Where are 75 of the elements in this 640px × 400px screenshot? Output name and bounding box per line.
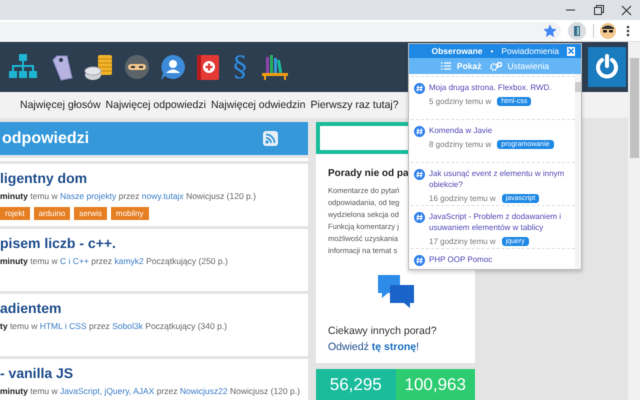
question-title[interactable]: adientem [0, 300, 306, 316]
star-icon[interactable] [544, 24, 556, 36]
popup-tab[interactable]: Obserowane [432, 46, 483, 56]
hash-badge-icon [414, 83, 425, 94]
nav-link[interactable]: Najwięcej odwiedzin [210, 99, 306, 111]
tag[interactable]: serwis [74, 207, 107, 220]
menu-icon[interactable] [626, 24, 630, 36]
meta-link[interactable]: Nasze projekty [60, 191, 116, 201]
meta-link[interactable]: kamyk2 [114, 256, 144, 266]
list-icon [440, 62, 451, 70]
close-icon [620, 4, 632, 16]
question-meta: ty temu w HTML i CSS przez Sobol3k Początkujący (340 p.) [0, 321, 228, 332]
notification-title: PHP OOP Pomoc [429, 254, 492, 265]
meta-link[interactable]: JavaScript, jQuery, AJAX [60, 386, 154, 396]
maximize-icon [592, 4, 604, 16]
question-title[interactable]: pisem liczb - c++. [0, 235, 306, 251]
scrollbar-thumb[interactable] [575, 82, 581, 92]
rss-icon[interactable] [263, 131, 278, 146]
card-text: Ciekawy innych porad? [328, 324, 437, 339]
section-sign-icon[interactable]: § [230, 53, 250, 81]
power-button[interactable] [588, 47, 626, 87]
extension-icon [573, 24, 581, 36]
notification-title: JavaScript - Problem z dodawaniem i usuwaniem elementów w tablicy [429, 211, 562, 233]
avatar-icon[interactable] [600, 22, 616, 38]
settings-icon [490, 62, 502, 70]
question-meta: minuty temu w C i C++ przez kamyk2 Początkujący (250 p.) [0, 256, 228, 267]
hash-badge-icon [414, 212, 425, 223]
question-meta: minuty temu w JavaScript, jQuery, AJAX przez Nowicjusz22 Nowicjusz (120 p.) [0, 386, 300, 397]
ninja-icon[interactable] [124, 53, 150, 81]
notification-title: Komenda w Javie [429, 125, 492, 136]
popup-tab[interactable]: Powiadomienia [501, 46, 559, 56]
settings-button[interactable]: Ustawienia [490, 61, 550, 71]
notification-title: Moja druga strona. Flexbox. RWD. [429, 82, 552, 93]
person-icon[interactable] [160, 53, 186, 81]
meta-link[interactable]: HTML i CSS [40, 321, 87, 331]
notification-time: 16 godziny temu w [429, 194, 496, 203]
power-icon [594, 54, 620, 80]
meta-link[interactable]: Nowicjusz22 [180, 386, 228, 396]
hash-badge-icon [414, 169, 425, 180]
tag[interactable]: arduino [34, 207, 70, 220]
coins-icon[interactable] [84, 53, 114, 81]
nav-link[interactable]: Najwięcej głosów [20, 99, 101, 111]
meta-link[interactable]: C i C++ [60, 256, 89, 266]
hash-badge-icon [414, 126, 425, 137]
card-title: Porady nie od pa [328, 168, 409, 179]
scrollbar[interactable] [575, 74, 581, 269]
tag[interactable]: rojekt [0, 207, 30, 220]
tag[interactable]: mobilny [110, 207, 148, 220]
first-aid-icon[interactable] [196, 53, 220, 81]
section-title: odpowiedzi [2, 130, 90, 148]
scrollbar[interactable] [628, 42, 640, 400]
notification-time: 8 godziny temu w [429, 140, 492, 149]
question-meta: minuty temu w Nasze projekty przez nowy.tutajx Nowicjusz (120 p.) [0, 191, 256, 202]
stat-counter: 100,963 [396, 369, 475, 400]
stat-counter: 56,295 [316, 369, 396, 400]
nav-link[interactable]: Pierwszy raz tutaj? [310, 99, 399, 111]
meta-link[interactable]: nowy.tutajx [142, 191, 184, 201]
notification-time: 17 godziny temu w [429, 237, 496, 246]
meta-link[interactable]: Sobol3k [112, 321, 143, 331]
sitemap-icon[interactable] [8, 53, 38, 81]
close-icon [567, 47, 575, 55]
question-title[interactable]: - vanilla JS [0, 365, 306, 381]
hash-badge-icon [414, 255, 425, 266]
close-button[interactable] [567, 46, 575, 56]
books-icon[interactable] [260, 53, 290, 81]
separator-dot: • [490, 46, 494, 56]
question-title[interactable]: ligentny dom [0, 170, 306, 186]
scrollbar-thumb[interactable] [630, 58, 638, 158]
notification-time: 5 godziny temu w [429, 97, 492, 106]
list-button[interactable]: Pokaż [440, 61, 482, 71]
nav-link[interactable]: Najwięcej odpowiedzi [106, 99, 206, 111]
notification-title: Jak usunąć event z elementu w innym obiekcie? [429, 168, 566, 190]
chat-bubbles-icon [376, 273, 416, 309]
extension-button[interactable] [568, 22, 586, 40]
card-link-text[interactable]: Odwiedź tę stronę! [328, 339, 420, 355]
